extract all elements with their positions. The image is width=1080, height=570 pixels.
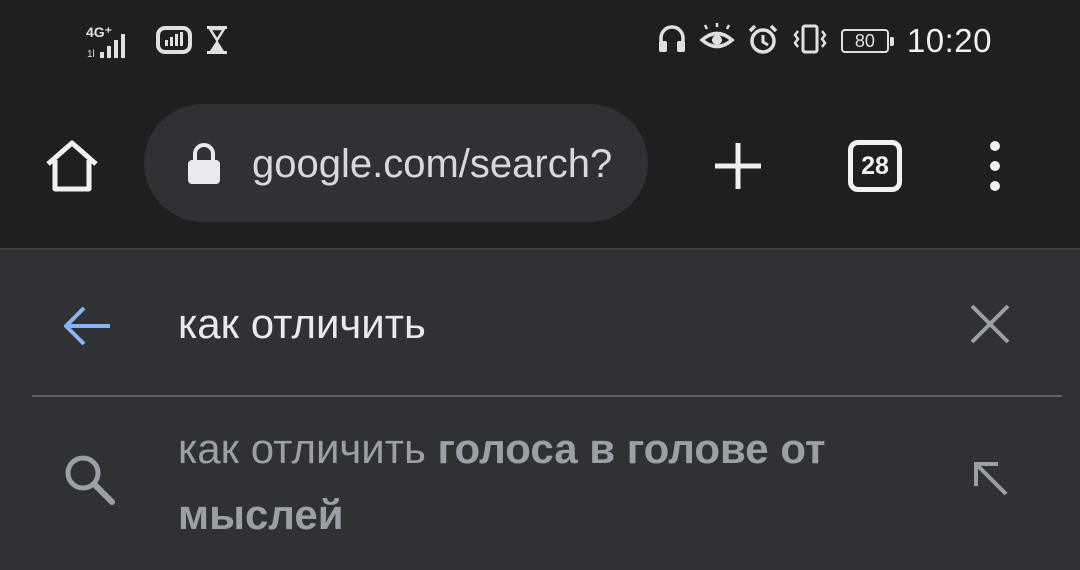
- signal-icon: 4G⁺ 1l: [86, 24, 144, 60]
- search-query-input[interactable]: как отличить: [178, 300, 426, 348]
- menu-icon[interactable]: [984, 140, 1006, 199]
- vpn-icon: [156, 24, 192, 61]
- lock-icon[interactable]: [186, 142, 222, 191]
- url-text[interactable]: google.com/search?: [252, 142, 612, 187]
- suggestion-prefix: как отличить: [178, 425, 438, 472]
- search-icon: [62, 452, 116, 511]
- divider: [32, 395, 1062, 397]
- clear-icon[interactable]: [968, 302, 1012, 351]
- battery-icon: 80: [840, 29, 894, 53]
- status-left-group: 4G⁺ 1l: [86, 22, 230, 62]
- new-tab-icon[interactable]: [712, 140, 764, 197]
- home-icon[interactable]: [44, 138, 100, 199]
- headphones-icon: [657, 23, 687, 60]
- fill-query-icon[interactable]: [970, 458, 1010, 503]
- status-right-group: 80 10:20: [657, 20, 992, 62]
- battery-level: 80: [854, 31, 875, 51]
- tab-switcher-icon[interactable]: 28: [848, 140, 902, 192]
- status-bar: 4G⁺ 1l 80 10:20: [0, 0, 1080, 82]
- svg-text:1l: 1l: [87, 49, 95, 60]
- vibrate-icon: [791, 23, 829, 60]
- address-bar[interactable]: google.com/search?: [144, 104, 648, 222]
- status-time: 10:20: [906, 22, 992, 59]
- browser-toolbar: google.com/search? 28: [0, 82, 1080, 248]
- eye-comfort-icon: [699, 22, 735, 60]
- suggestion-text[interactable]: как отличить голоса в голове от мыслей: [178, 416, 928, 548]
- back-arrow-icon[interactable]: [62, 304, 112, 353]
- tab-count: 28: [861, 151, 889, 180]
- search-panel: как отличить как отличить голоса в голов…: [0, 248, 1080, 570]
- hourglass-icon: [204, 24, 230, 61]
- alarm-icon: [747, 23, 779, 60]
